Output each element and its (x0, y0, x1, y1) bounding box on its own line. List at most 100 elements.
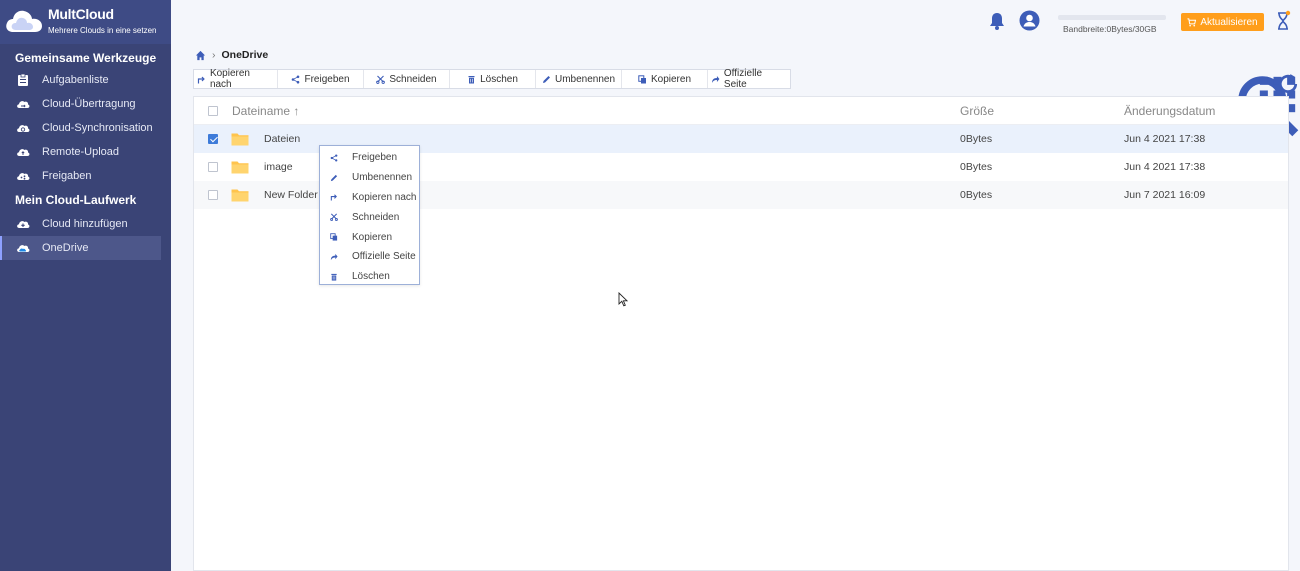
file-date: Jun 4 2021 17:38 (1124, 133, 1206, 145)
sidebar-item-label: Aufgabenliste (42, 74, 109, 86)
context-menu-rename[interactable]: Umbenennen (320, 168, 419, 188)
context-menu-copy[interactable]: Kopieren (320, 227, 419, 247)
copy-to-icon (330, 194, 337, 202)
breadcrumb: › OneDrive (195, 49, 268, 61)
share-label: Freigeben (304, 73, 350, 85)
column-header-date[interactable]: Änderungsdatum (1124, 104, 1215, 118)
logo[interactable]: MultCloud Mehrere Clouds in eine setzen (0, 0, 171, 44)
delete-label: Löschen (480, 73, 518, 85)
context-menu-copy-to[interactable]: Kopieren nach (320, 188, 419, 208)
sidebar-item-onedrive[interactable]: OneDrive (0, 236, 161, 260)
share-icon (292, 75, 300, 83)
context-menu-label: Kopieren (352, 231, 393, 243)
table-header: Dateiname ↑ Größe Änderungsdatum (194, 97, 1288, 125)
user-avatar-icon[interactable] (1019, 10, 1040, 31)
sidebar: MultCloud Mehrere Clouds in eine setzen … (0, 0, 171, 571)
sidebar-item-transfer[interactable]: Cloud-Übertragung (0, 92, 171, 116)
bell-icon[interactable] (988, 11, 1006, 31)
sidebar-item-tasks[interactable]: Aufgabenliste (0, 68, 171, 92)
section-title-tools: Gemeinsame Werkzeuge (15, 51, 157, 65)
context-menu-label: Kopieren nach (352, 191, 417, 203)
cloud-share-icon (17, 173, 30, 180)
file-size: 0Bytes (960, 133, 993, 145)
cloud-sync-icon (17, 125, 30, 132)
cut-icon (376, 75, 386, 84)
hourglass-icon[interactable] (1275, 10, 1291, 32)
bandwidth-text: Bandbreite:0Bytes/30GB (1063, 24, 1157, 34)
cut-label: Schneiden (389, 73, 437, 85)
multcloud-logo-icon (6, 10, 42, 32)
pencil-icon (330, 174, 338, 181)
toolbar: Kopieren nach Freigeben Schneiden Lösche… (193, 68, 791, 90)
copy-to-label: Kopieren nach (209, 68, 250, 90)
sort-ascending-icon: ↑ (293, 103, 300, 118)
share-icon (330, 154, 338, 162)
folder-icon (231, 189, 249, 202)
context-menu-label: Schneiden (352, 211, 400, 223)
refresh-icon[interactable] (1276, 72, 1300, 96)
copy-to-icon (197, 76, 205, 83)
pencil-icon (542, 75, 550, 83)
upgrade-label: Aktualisieren (1200, 16, 1258, 28)
sidebar-item-label: Cloud-Übertragung (42, 98, 136, 110)
sidebar-item-label: Cloud-Synchronisation (42, 122, 153, 134)
file-size: 0Bytes (960, 189, 993, 201)
row-checkbox[interactable] (208, 190, 218, 200)
sidebar-item-remote-upload[interactable]: Remote-Upload (0, 140, 171, 164)
official-page-button[interactable]: Offizielle Seite (708, 68, 790, 90)
context-menu-cut[interactable]: Schneiden (320, 207, 419, 227)
app-subtitle: Mehrere Clouds in eine setzen (48, 26, 157, 35)
row-checkbox[interactable] (208, 134, 218, 144)
copy-icon (638, 74, 646, 83)
share-button[interactable]: Freigeben (278, 70, 364, 88)
copy-to-button[interactable]: Kopieren nach (194, 68, 278, 90)
cart-icon (1187, 17, 1197, 26)
bandwidth-progress-bar (1058, 15, 1166, 20)
cut-button[interactable]: Schneiden (364, 70, 450, 88)
file-name[interactable]: Dateien (264, 133, 300, 145)
context-menu-share[interactable]: Freigeben (320, 148, 419, 168)
rename-button[interactable]: Umbenennen (536, 70, 622, 88)
context-menu-label: Löschen (352, 271, 390, 283)
external-icon (711, 75, 720, 83)
section-title-drives: Mein Cloud-Laufwerk (15, 193, 137, 207)
sidebar-item-add-cloud[interactable]: Cloud hinzufügen (0, 212, 171, 236)
copy-button[interactable]: Kopieren (622, 70, 708, 88)
breadcrumb-current[interactable]: OneDrive (222, 49, 269, 61)
context-menu-label: Umbenennen (352, 172, 413, 184)
home-icon[interactable] (195, 50, 206, 61)
sidebar-item-shares[interactable]: Freigaben (0, 164, 171, 188)
copy-icon (330, 233, 338, 241)
file-size: 0Bytes (960, 161, 993, 173)
cloud-upload-icon (17, 149, 30, 156)
app-title: MultCloud (48, 6, 114, 22)
context-menu: Freigeben Umbenennen Kopieren nach Schne… (319, 145, 420, 285)
row-checkbox[interactable] (208, 162, 218, 172)
context-menu-official-page[interactable]: Offizielle Seite (320, 247, 419, 267)
column-header-name[interactable]: Dateiname ↑ (232, 104, 299, 118)
mouse-cursor-icon (618, 292, 628, 307)
upgrade-button[interactable]: Aktualisieren (1181, 13, 1264, 31)
onedrive-icon (17, 245, 30, 252)
file-date: Jun 4 2021 17:38 (1124, 161, 1206, 173)
file-date: Jun 7 2021 16:09 (1124, 189, 1206, 201)
context-menu-label: Offizielle Seite (352, 251, 416, 263)
official-page-label: Offizielle Seite (723, 68, 763, 90)
sidebar-item-label: Freigaben (42, 170, 92, 182)
sidebar-item-label: Cloud hinzufügen (42, 218, 128, 230)
sidebar-item-sync[interactable]: Cloud-Synchronisation (0, 116, 171, 140)
sidebar-item-label: OneDrive (42, 242, 89, 254)
cut-icon (330, 213, 338, 222)
trash-icon (468, 75, 475, 83)
delete-button[interactable]: Löschen (450, 70, 536, 88)
file-name[interactable]: image (264, 161, 293, 173)
column-header-size[interactable]: Größe (960, 104, 994, 118)
context-menu-delete[interactable]: Löschen (320, 267, 419, 287)
breadcrumb-separator: › (212, 49, 216, 61)
file-name[interactable]: New Folder (264, 189, 318, 201)
external-icon (330, 253, 338, 260)
clipboard-icon (18, 73, 28, 86)
select-all-checkbox[interactable] (208, 105, 218, 116)
folder-icon (231, 133, 249, 146)
context-menu-label: Freigeben (352, 152, 398, 164)
